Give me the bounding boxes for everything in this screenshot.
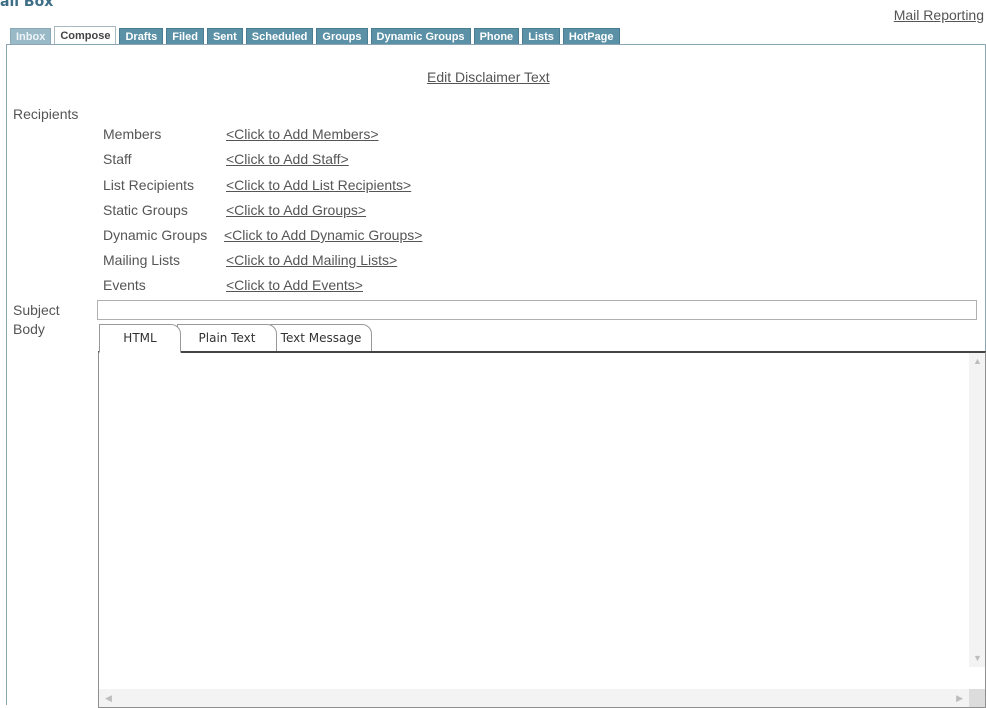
scroll-down-arrow-icon[interactable]: ▼ — [973, 653, 982, 663]
tab-groups[interactable]: Groups — [316, 28, 368, 45]
editor-mode-tabs: Text Message Plain Text HTML — [99, 324, 983, 353]
add-dynamic-groups-link[interactable]: <Click to Add Dynamic Groups> — [224, 227, 422, 243]
editor-tab-text-message[interactable]: Text Message — [270, 324, 372, 353]
tab-filed[interactable]: Filed — [166, 28, 204, 45]
edit-disclaimer-link[interactable]: Edit Disclaimer Text — [427, 69, 550, 85]
add-mailing-lists-link[interactable]: <Click to Add Mailing Lists> — [226, 252, 397, 268]
subject-label: Subject — [13, 302, 60, 318]
editor-vertical-scrollbar[interactable]: ▲ ▼ — [969, 353, 985, 667]
recipient-type-static-groups: Static Groups — [103, 202, 188, 218]
recipient-type-events: Events — [103, 277, 146, 293]
tab-lists[interactable]: Lists — [522, 28, 560, 45]
tab-hotpage[interactable]: HotPage — [562, 28, 620, 45]
tab-dynamic-groups[interactable]: Dynamic Groups — [370, 28, 471, 45]
tab-inbox[interactable]: Inbox — [10, 28, 52, 45]
recipients-label: Recipients — [13, 106, 79, 122]
recipient-type-mailing-lists: Mailing Lists — [103, 252, 181, 268]
scroll-up-arrow-icon[interactable]: ▲ — [973, 356, 982, 366]
tab-phone[interactable]: Phone — [473, 28, 520, 45]
tab-sent[interactable]: Sent — [206, 28, 243, 45]
recipient-type-members: Members — [103, 126, 162, 142]
add-events-link[interactable]: <Click to Add Events> — [226, 277, 363, 293]
editor-tab-html[interactable]: HTML — [99, 324, 181, 353]
recipient-type-list-recipients: List Recipients — [103, 177, 195, 193]
add-list-recipients-link[interactable]: <Click to Add List Recipients> — [226, 177, 411, 193]
scroll-left-arrow-icon[interactable]: ◀ — [105, 693, 112, 704]
add-members-link[interactable]: <Click to Add Members> — [226, 126, 379, 142]
compose-panel: Edit Disclaimer Text Recipients Members … — [6, 44, 986, 708]
add-staff-link[interactable]: <Click to Add Staff> — [226, 151, 349, 167]
editor-horizontal-scrollbar[interactable]: ◀ ▶ — [99, 689, 969, 707]
app-brand-fragment: ail Box — [0, 0, 54, 10]
recipient-type-staff: Staff — [103, 151, 132, 167]
mail-reporting-link[interactable]: Mail Reporting — [894, 7, 984, 23]
tab-scheduled[interactable]: Scheduled — [245, 28, 314, 45]
subject-input[interactable] — [97, 300, 977, 320]
scroll-right-arrow-icon[interactable]: ▶ — [956, 693, 963, 704]
mail-tab-bar: Inbox Compose Drafts Filed Sent Schedule… — [10, 26, 623, 46]
tab-drafts[interactable]: Drafts — [119, 28, 164, 45]
body-editor[interactable]: ▲ ▼ ◀ ▶ — [98, 351, 986, 708]
add-groups-link[interactable]: <Click to Add Groups> — [226, 202, 366, 218]
body-label: Body — [13, 321, 45, 337]
editor-tab-plain-text[interactable]: Plain Text — [177, 324, 277, 353]
recipient-type-dynamic-groups: Dynamic Groups — [103, 227, 208, 243]
scrollbar-corner — [969, 689, 985, 707]
tab-compose[interactable]: Compose — [54, 26, 117, 46]
